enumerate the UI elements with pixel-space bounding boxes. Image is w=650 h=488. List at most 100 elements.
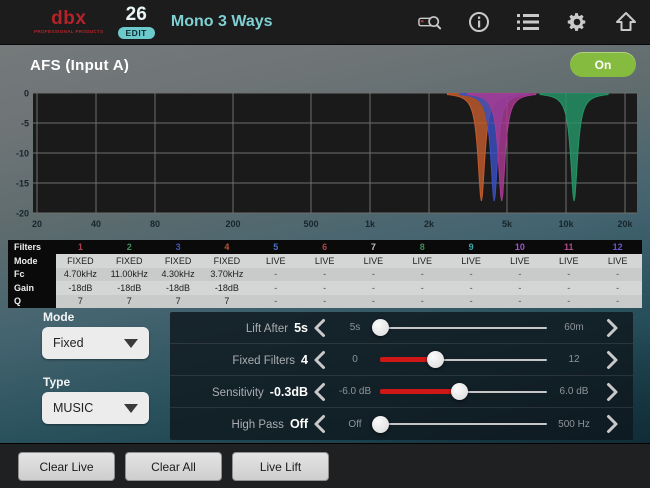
menu-list-icon[interactable] (516, 10, 540, 34)
svg-text:5k: 5k (502, 219, 513, 229)
filter-q-value: - (447, 295, 496, 309)
filter-mode-value: FIXED (56, 254, 105, 268)
filter-mode-value: FIXED (154, 254, 203, 268)
chevron-down-icon (124, 339, 138, 348)
filter-number: 7 (349, 240, 398, 254)
filter-gain-value: - (447, 281, 496, 295)
dbx-logo-subtext: PROFESSIONAL PRODUCTS (34, 30, 104, 35)
filter-fc-value: - (593, 268, 642, 282)
table-row-label: Gain (8, 281, 56, 295)
fixed-filters-slider-row: Fixed Filters4012 (170, 344, 633, 376)
type-label: Type (43, 375, 70, 389)
slider-fill (380, 389, 459, 394)
device-number: 26 (118, 5, 155, 24)
info-icon[interactable] (467, 10, 491, 34)
filter-fc-value: - (495, 268, 544, 282)
filter-gain-value: - (544, 281, 593, 295)
live-lift-button[interactable]: Live Lift (232, 452, 329, 481)
sensitivity-slider-row: Sensitivity -0.3dB -6.0 dB 6.0 dB (170, 376, 633, 408)
fixed-filters-slider-track[interactable] (380, 344, 547, 375)
filter-number: 10 (495, 240, 544, 254)
sensitivity-label: Sensitivity (212, 387, 264, 399)
clear-all-button[interactable]: Clear All (125, 452, 222, 481)
filter-mode-value: LIVE (300, 254, 349, 268)
filter-mode-value: LIVE (447, 254, 496, 268)
table-row-label: Q (8, 295, 56, 309)
fixed-filters-value: 4 (301, 353, 308, 367)
filter-fc-value: - (349, 268, 398, 282)
afs-response-chart: 0-5-10-15-202040802005001k2k5k10k20k (0, 85, 650, 235)
filter-number: 3 (154, 240, 203, 254)
fixed-filters-decrement-chevron-icon[interactable] (308, 350, 330, 370)
svg-text:500: 500 (303, 219, 318, 229)
wizard-icon[interactable] (418, 10, 442, 34)
lift-after-decrement-chevron-icon[interactable] (308, 318, 330, 338)
afs-title: AFS (Input A) (30, 57, 129, 74)
dbx-logo: dbx PROFESSIONAL PRODUCTS (34, 9, 104, 35)
filter-gain-value: -18dB (154, 281, 203, 295)
high-pass-max-label: 500 Hz (547, 419, 601, 430)
filter-q-value: - (349, 295, 398, 309)
fixed-filters-slider-knob[interactable] (427, 351, 444, 368)
lift-after-label-group: Lift After5s (170, 321, 308, 335)
filter-q-value: - (495, 295, 544, 309)
sensitivity-slider-track[interactable] (380, 376, 547, 407)
svg-text:200: 200 (225, 219, 240, 229)
high-pass-slider-track[interactable] (380, 408, 547, 440)
high-pass-slider-knob[interactable] (372, 416, 389, 433)
lift-after-slider-track[interactable] (380, 312, 547, 343)
lift-after-max-label: 60m (547, 322, 601, 333)
filter-gain-value: -18dB (56, 281, 105, 295)
fixed-filters-increment-chevron-icon[interactable] (601, 350, 623, 370)
sensitivity-slider-knob[interactable] (451, 383, 468, 400)
high-pass-decrement-chevron-icon[interactable] (308, 414, 330, 434)
page-title: Mono 3 Ways (171, 13, 273, 31)
svg-text:20: 20 (32, 219, 42, 229)
sensitivity-max-label: 6.0 dB (547, 386, 601, 397)
filter-mode-value: LIVE (593, 254, 642, 268)
sensitivity-value: -0.3dB (270, 385, 308, 399)
filter-q-value: - (300, 295, 349, 309)
slider-line (380, 423, 547, 425)
mode-dropdown[interactable]: Fixed (42, 327, 149, 359)
high-pass-label: High Pass (232, 419, 284, 431)
filter-number: 4 (202, 240, 251, 254)
lift-after-increment-chevron-icon[interactable] (601, 318, 623, 338)
clear-live-button[interactable]: Clear Live (18, 452, 115, 481)
svg-text:-5: -5 (21, 119, 29, 129)
filter-mode-value: LIVE (495, 254, 544, 268)
svg-text:2k: 2k (424, 219, 435, 229)
filter-fc-value: - (251, 268, 300, 282)
high-pass-increment-chevron-icon[interactable] (601, 414, 623, 434)
lift-after-label: Lift After (246, 323, 288, 335)
sensitivity-increment-chevron-icon[interactable] (601, 382, 623, 402)
sensitivity-label-group: Sensitivity -0.3dB (170, 385, 308, 399)
sensitivity-min-label: -6.0 dB (330, 386, 380, 397)
filter-number: 5 (251, 240, 300, 254)
top-bar-icons (418, 0, 638, 44)
sensitivity-decrement-chevron-icon[interactable] (308, 382, 330, 402)
type-dropdown[interactable]: MUSIC (42, 392, 149, 424)
filter-number: 11 (544, 240, 593, 254)
filter-mode-value: FIXED (105, 254, 154, 268)
afs-header: AFS (Input A) On (0, 44, 650, 84)
filter-fc-value: - (447, 268, 496, 282)
filter-q-value: - (544, 295, 593, 309)
filter-q-value: - (593, 295, 642, 309)
home-icon[interactable] (614, 10, 638, 34)
top-bar: dbx PROFESSIONAL PRODUCTS 26 EDIT Mono 3… (0, 0, 650, 45)
filter-number: 2 (105, 240, 154, 254)
filter-fc-value: - (544, 268, 593, 282)
svg-text:80: 80 (150, 219, 160, 229)
edit-badge: EDIT (118, 27, 155, 40)
high-pass-label-group: High PassOff (170, 417, 308, 431)
filter-number: 8 (398, 240, 447, 254)
settings-gear-icon[interactable] (565, 10, 589, 34)
svg-text:1k: 1k (365, 219, 376, 229)
svg-text:40: 40 (91, 219, 101, 229)
fixed-filters-label-group: Fixed Filters4 (170, 353, 308, 367)
slider-line (380, 327, 547, 329)
afs-on-toggle[interactable]: On (570, 52, 636, 77)
filter-mode-value: LIVE (349, 254, 398, 268)
lift-after-slider-knob[interactable] (372, 319, 389, 336)
